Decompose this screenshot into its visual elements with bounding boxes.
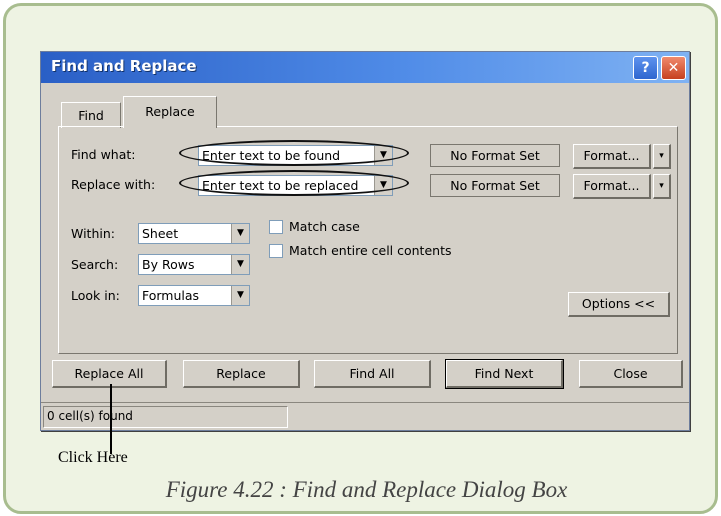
options-button[interactable]: Options << <box>568 292 670 317</box>
replace-format-status: No Format Set <box>430 174 560 197</box>
find-what-label: Find what: <box>71 147 136 162</box>
find-format-status: No Format Set <box>430 144 560 167</box>
replace-with-input[interactable]: Enter text to be replaced ▼ <box>198 175 393 196</box>
replace-format-button[interactable]: Format... <box>573 174 651 199</box>
chevron-down-icon[interactable]: ▼ <box>374 146 392 165</box>
figure-panel: Find and Replace ? ✕ Find Find what: Ent… <box>3 3 718 514</box>
replace-tab-pane: Find what: Enter text to be found ▼ No F… <box>58 126 678 354</box>
callout-line <box>110 384 112 454</box>
chevron-down-icon: ▼ <box>231 224 249 243</box>
find-format-button[interactable]: Format... <box>573 144 651 169</box>
replace-button[interactable]: Replace <box>183 360 300 388</box>
look-in-label: Look in: <box>71 288 120 303</box>
within-select[interactable]: Sheet ▼ <box>138 223 250 244</box>
tab-replace[interactable]: Replace <box>123 96 217 128</box>
replace-with-value: Enter text to be replaced <box>202 178 359 193</box>
window-title: Find and Replace <box>51 57 197 75</box>
help-button[interactable]: ? <box>633 56 658 80</box>
close-button[interactable]: Close <box>579 360 683 388</box>
status-bar: 0 cell(s) found <box>41 402 689 430</box>
chevron-down-icon: ▼ <box>231 255 249 274</box>
figure-caption: Figure 4.22 : Find and Replace Dialog Bo… <box>165 477 568 502</box>
search-label: Search: <box>71 257 119 272</box>
close-icon: ✕ <box>667 60 680 76</box>
replace-format-menu-button[interactable]: ▾ <box>653 174 671 199</box>
chevron-down-icon: ▼ <box>231 286 249 305</box>
search-value: By Rows <box>142 257 195 272</box>
help-icon: ? <box>641 60 650 76</box>
find-what-value: Enter text to be found <box>202 148 341 163</box>
match-case-label: Match case <box>289 219 360 234</box>
replace-with-label: Replace with: <box>71 177 156 192</box>
find-next-button[interactable]: Find Next <box>445 359 564 389</box>
match-case-checkbox[interactable] <box>269 220 283 234</box>
find-what-input[interactable]: Enter text to be found ▼ <box>198 145 393 166</box>
match-entire-label: Match entire cell contents <box>289 243 452 258</box>
look-in-select[interactable]: Formulas ▼ <box>138 285 250 306</box>
tab-find[interactable]: Find <box>61 102 121 128</box>
search-select[interactable]: By Rows ▼ <box>138 254 250 275</box>
callout-label: Click Here <box>58 449 128 466</box>
close-window-button[interactable]: ✕ <box>661 56 686 80</box>
look-in-value: Formulas <box>142 288 200 303</box>
find-all-button[interactable]: Find All <box>314 360 431 388</box>
chevron-down-icon: ▾ <box>659 181 664 191</box>
chevron-down-icon: ▾ <box>659 151 664 161</box>
within-value: Sheet <box>142 226 179 241</box>
find-replace-dialog: Find and Replace ? ✕ Find Find what: Ent… <box>40 51 690 431</box>
match-entire-checkbox[interactable] <box>269 244 283 258</box>
find-format-menu-button[interactable]: ▾ <box>653 144 671 169</box>
chevron-down-icon[interactable]: ▼ <box>374 176 392 195</box>
status-text: 0 cell(s) found <box>47 409 133 423</box>
title-bar[interactable]: Find and Replace ? ✕ <box>41 52 689 83</box>
status-field: 0 cell(s) found <box>43 406 288 428</box>
within-label: Within: <box>71 226 115 241</box>
